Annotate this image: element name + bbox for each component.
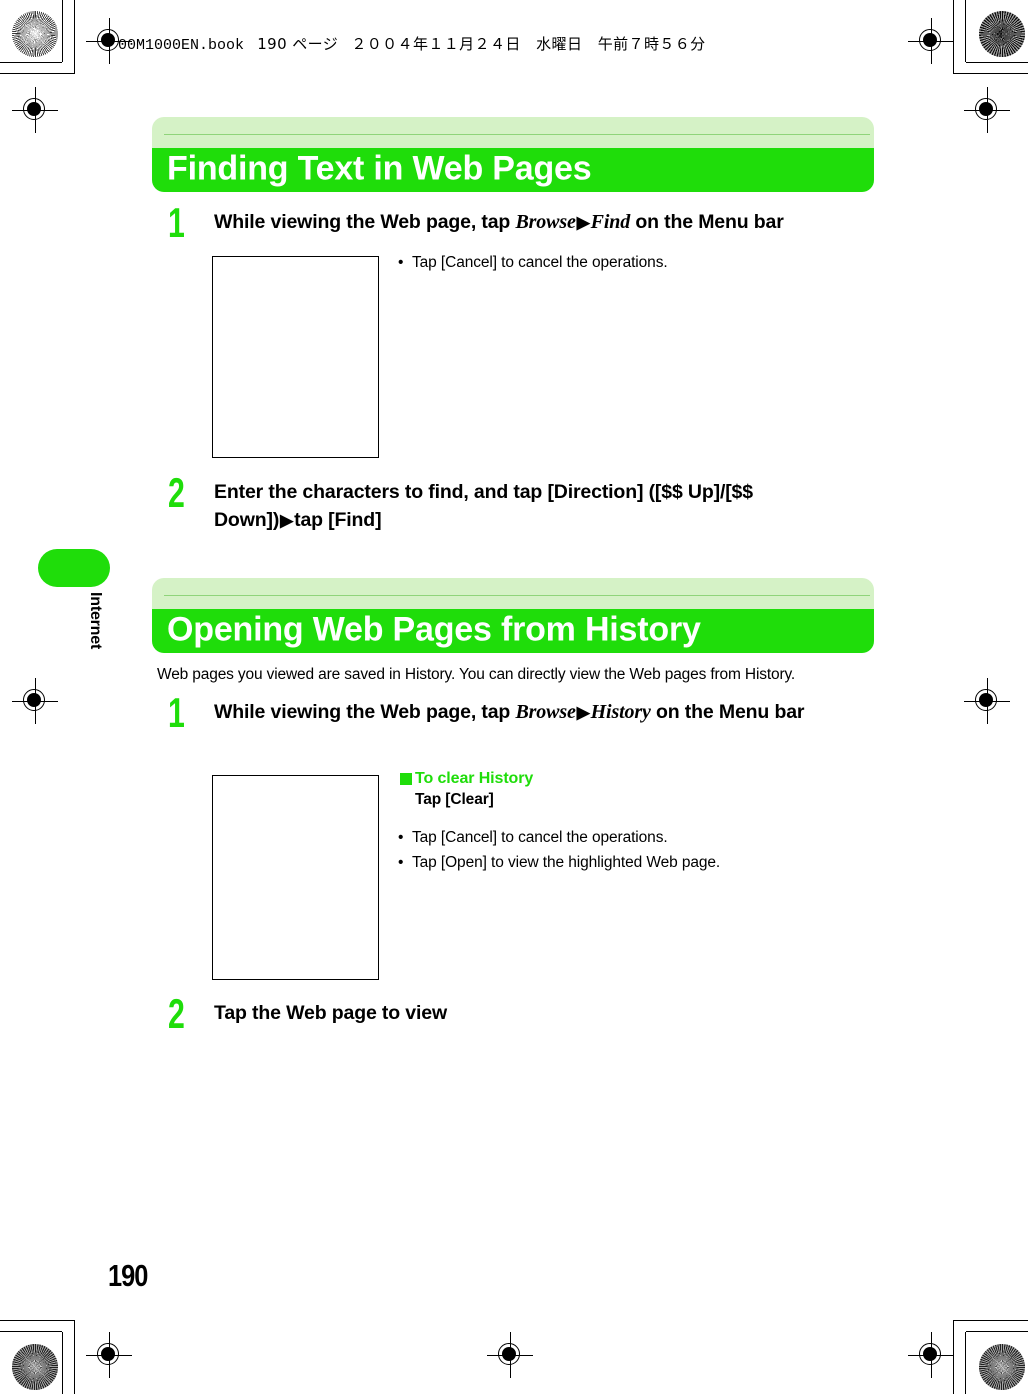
banner-top-band (152, 578, 874, 610)
bullet-list-s2: • Tap [Cancel] to cancel the operations.… (398, 825, 868, 875)
step-text-part-c: bar (774, 701, 805, 723)
banner-main-band: Opening Web Pages from History (152, 609, 874, 653)
banner-top-band (152, 117, 874, 149)
step-text-part-a: While viewing the Web page, tap (214, 701, 516, 723)
section-title-opening-history: Opening Web Pages from History (167, 610, 701, 649)
subheading-title-row: To clear History (400, 770, 860, 788)
subheading-instruction: Tap [Clear] (415, 791, 494, 808)
section-title-finding-text: Finding Text in Web Pages (167, 149, 592, 188)
step-text-part-b: on the Menu (650, 701, 770, 723)
step-text-s2-2: Tap the Web page to view (214, 1002, 447, 1024)
arrow-icon: ▶ (576, 213, 590, 232)
screenshot-placeholder-find-dialog (212, 256, 379, 458)
menu-item-find: Find (590, 211, 631, 233)
bullet-text: Tap [Open] to view the highlighted Web p… (412, 854, 721, 872)
step-text-s1-2: Enter the characters to find, and tap [D… (214, 478, 859, 535)
list-item: • Tap [Open] to view the highlighted Web… (398, 850, 868, 875)
green-square-icon (400, 773, 412, 785)
list-item: • Tap [Cancel] to cancel the operations. (398, 250, 868, 275)
step-text-part-a: Enter the characters to find, and tap [D… (214, 481, 753, 503)
step-text-part-b: Down]) (214, 509, 280, 532)
subheading-to-clear-history: To clear History Tap [Clear] (400, 770, 860, 809)
menu-item-browse: Browse (515, 701, 576, 723)
arrow-icon: ▶ (280, 511, 294, 531)
side-tab-label: Internet (87, 592, 104, 650)
step-number-s2-2: 2 (168, 990, 185, 1037)
screenshot-placeholder-history-dialog (212, 775, 379, 980)
side-tab-internet (38, 549, 110, 587)
step-text-part-a: While viewing the Web page, tap (214, 211, 516, 233)
bullet-list-s1: • Tap [Cancel] to cancel the operations. (398, 250, 868, 275)
page-content: Finding Text in Web Pages 1 While viewin… (0, 0, 1028, 1394)
subheading-title: To clear History (415, 770, 534, 787)
menu-item-browse: Browse (515, 211, 576, 233)
step-number-s1-2: 2 (168, 469, 185, 516)
page-number: 190 (108, 1258, 148, 1293)
bullet-text: Tap [Cancel] to cancel the operations. (412, 829, 668, 846)
step-text-part-c: tap [Find] (294, 509, 382, 532)
bullet-icon: • (398, 254, 404, 271)
banner-hairline (164, 595, 870, 596)
step-number-s1-1: 1 (168, 199, 185, 246)
banner-main-band: Finding Text in Web Pages (152, 148, 874, 192)
bullet-text: Tap [Cancel] to cancel the operations. (412, 254, 668, 271)
step-text-part-b: on the Menu bar (630, 211, 784, 233)
step-text-s2-1: While viewing the Web page, tap Browse▶H… (214, 698, 859, 727)
banner-hairline (164, 134, 870, 135)
section-banner-finding-text: Finding Text in Web Pages (152, 117, 874, 192)
section-lead-paragraph: Web pages you viewed are saved in Histor… (157, 666, 796, 683)
bullet-icon: • (398, 829, 404, 846)
bullet-icon: • (398, 854, 404, 872)
step-text-s1-1: While viewing the Web page, tap Browse▶F… (214, 208, 894, 237)
section-banner-opening-history: Opening Web Pages from History (152, 578, 874, 653)
menu-item-history: History (590, 701, 651, 723)
step-number-s2-1: 1 (168, 689, 185, 736)
list-item: • Tap [Cancel] to cancel the operations. (398, 825, 868, 850)
arrow-icon: ▶ (576, 703, 590, 722)
